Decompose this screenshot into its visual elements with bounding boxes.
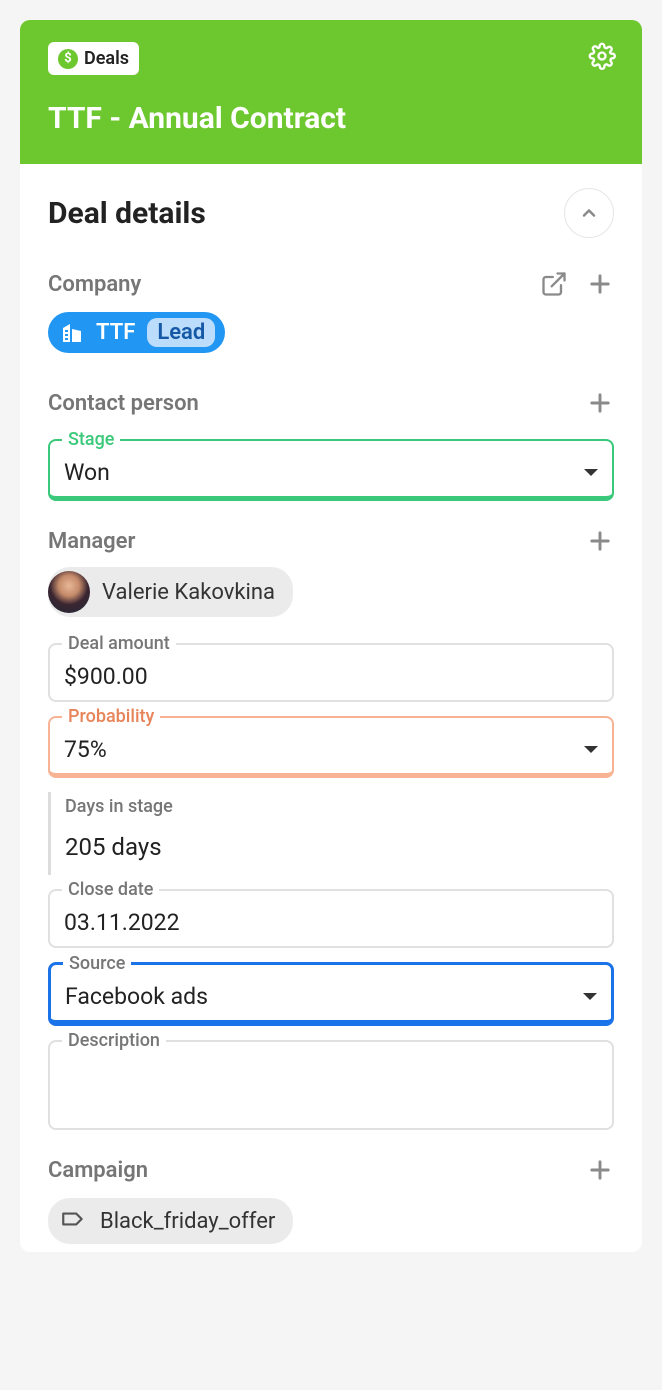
company-field: Company xyxy=(48,262,614,373)
campaign-field: Campaign Black_friday_offer xyxy=(48,1148,614,1244)
probability-select[interactable]: Probability 75% xyxy=(48,716,614,778)
close-date-input[interactable]: Close date 03.11.2022 xyxy=(48,889,614,948)
contact-label: Contact person xyxy=(48,391,199,416)
company-chip[interactable]: TTF Lead xyxy=(48,312,225,353)
add-company-button[interactable] xyxy=(586,270,614,298)
building-icon xyxy=(60,321,84,345)
close-date-value: 03.11.2022 xyxy=(64,909,598,936)
days-in-stage-label: Days in stage xyxy=(65,796,600,817)
close-date-label: Close date xyxy=(62,879,159,900)
days-in-stage-value: 205 days xyxy=(65,833,600,861)
campaign-name: Black_friday_offer xyxy=(100,1209,275,1234)
deal-amount-input[interactable]: Deal amount $900.00 xyxy=(48,643,614,702)
source-value: Facebook ads xyxy=(65,983,208,1010)
probability-value: 75% xyxy=(64,736,107,763)
source-select[interactable]: Source Facebook ads xyxy=(48,962,614,1026)
deal-amount-value: $900.00 xyxy=(64,663,598,690)
add-campaign-button[interactable] xyxy=(586,1156,614,1184)
manager-field: Manager Valerie Kakovkina xyxy=(48,519,614,629)
chevron-down-icon xyxy=(584,746,598,753)
manager-chip[interactable]: Valerie Kakovkina xyxy=(48,567,293,617)
source-label: Source xyxy=(63,953,131,974)
deal-card: $ Deals TTF - Annual Contract Deal detai… xyxy=(20,20,642,1252)
section-header: Deal details xyxy=(48,188,614,238)
add-contact-button[interactable] xyxy=(586,389,614,417)
stage-label: Stage xyxy=(62,429,120,450)
stage-value: Won xyxy=(64,459,110,486)
probability-label: Probability xyxy=(62,706,160,727)
deals-label: Deals xyxy=(84,48,129,69)
card-body: Deal details Company xyxy=(20,164,642,1244)
section-title: Deal details xyxy=(48,196,206,231)
dollar-icon: $ xyxy=(58,49,78,69)
add-manager-button[interactable] xyxy=(586,527,614,555)
avatar xyxy=(48,571,90,613)
card-header: $ Deals TTF - Annual Contract xyxy=(20,20,642,164)
description-label: Description xyxy=(62,1030,166,1051)
company-status-badge: Lead xyxy=(147,318,215,347)
chevron-down-icon xyxy=(584,469,598,476)
days-in-stage: Days in stage 205 days xyxy=(48,792,614,875)
company-name: TTF xyxy=(96,320,135,345)
chevron-down-icon xyxy=(583,993,597,1000)
contact-field: Contact person xyxy=(48,381,614,425)
collapse-button[interactable] xyxy=(564,188,614,238)
description-input[interactable]: Description xyxy=(48,1040,614,1130)
deal-amount-label: Deal amount xyxy=(62,633,176,654)
tag-icon xyxy=(60,1206,86,1236)
campaign-chip[interactable]: Black_friday_offer xyxy=(48,1198,293,1244)
company-label: Company xyxy=(48,272,141,297)
deal-title: TTF - Annual Contract xyxy=(48,101,614,136)
open-external-icon[interactable] xyxy=(540,270,568,298)
gear-icon[interactable] xyxy=(588,42,616,70)
manager-name: Valerie Kakovkina xyxy=(102,580,275,605)
deals-badge[interactable]: $ Deals xyxy=(48,42,139,75)
campaign-label: Campaign xyxy=(48,1158,148,1183)
manager-label: Manager xyxy=(48,529,135,554)
stage-select[interactable]: Stage Won xyxy=(48,439,614,501)
